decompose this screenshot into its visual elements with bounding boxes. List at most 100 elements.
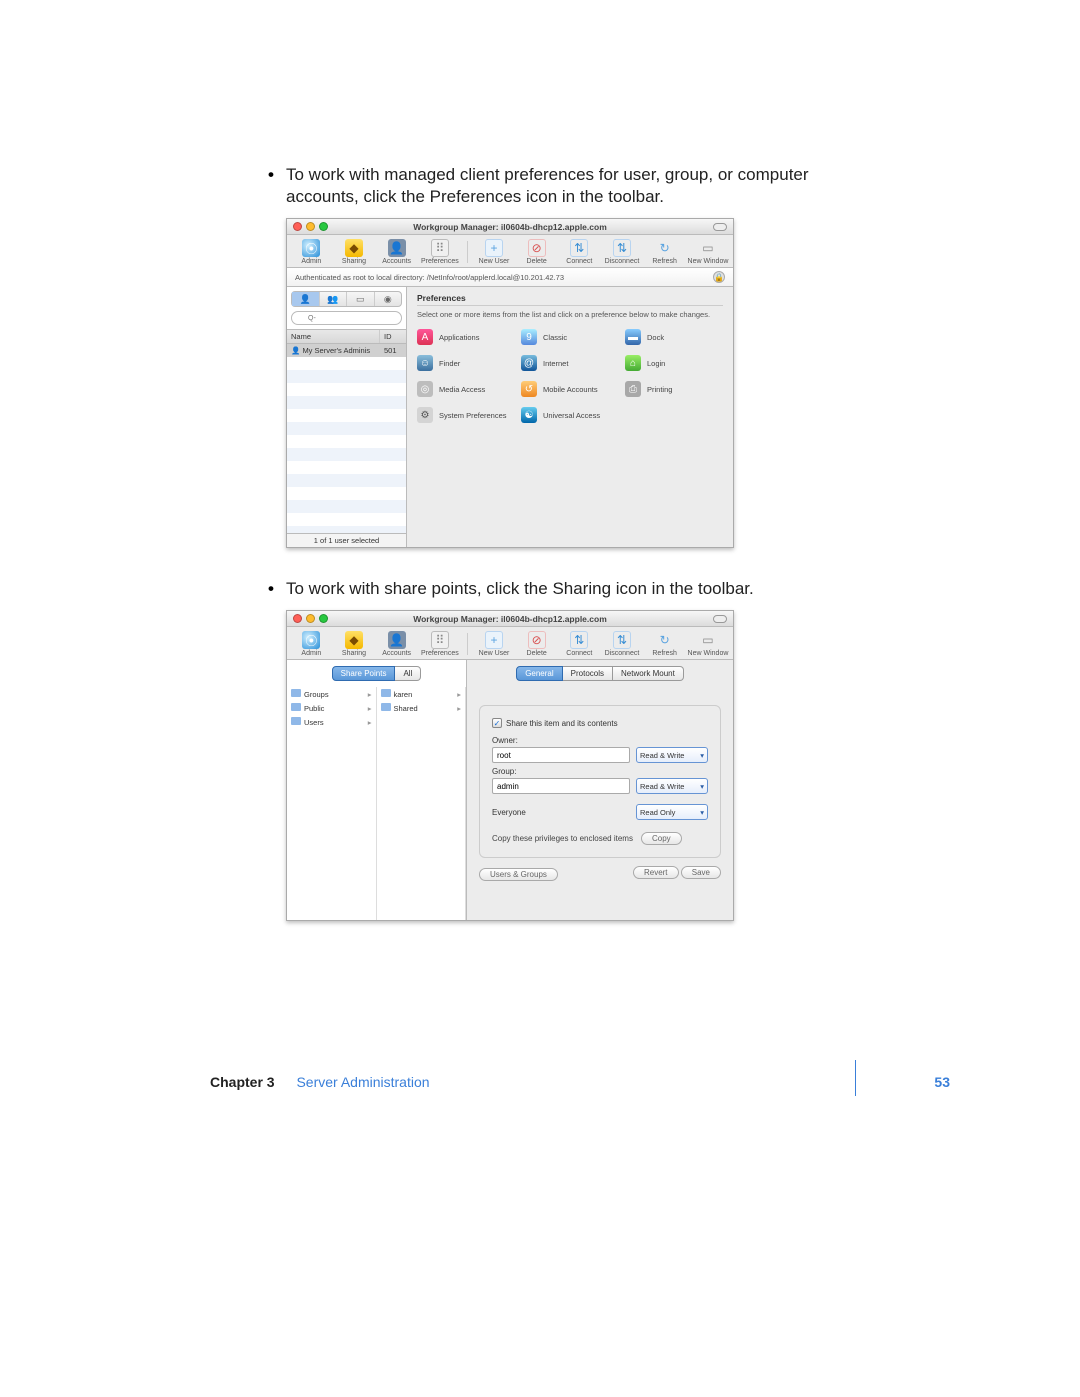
new-user-button[interactable]: +New User <box>476 631 513 657</box>
new-user-button[interactable]: +New User <box>476 239 513 265</box>
footer-divider <box>855 1060 856 1096</box>
pref-classic[interactable]: 9Classic <box>521 329 619 345</box>
folder-public[interactable]: Public▸ <box>287 701 376 715</box>
disconnect-button[interactable]: ⇅Disconnect <box>604 631 641 657</box>
copy-button[interactable]: Copy <box>641 832 682 845</box>
preferences-panel: Preferences Select one or more items fro… <box>407 287 733 547</box>
bullet-1: • To work with managed client preference… <box>268 164 878 208</box>
gear-icon: ⚙ <box>417 407 433 423</box>
dock-icon: ▬ <box>625 329 641 345</box>
pref-printing[interactable]: ⎙Printing <box>625 381 723 397</box>
sliders-icon: ⠿ <box>431 239 449 257</box>
sharepoints-browser: Share Points All Groups▸ Public▸ Users▸ … <box>287 660 467 920</box>
pref-media-access[interactable]: ◎Media Access <box>417 381 515 397</box>
preferences-button[interactable]: ⠿Preferences <box>421 239 459 265</box>
delete-button[interactable]: ⊘Delete <box>518 239 555 265</box>
user-icon: 👤 <box>291 346 302 355</box>
group-permission-select[interactable]: Read & Write▾ <box>636 778 708 794</box>
pref-finder[interactable]: ☺Finder <box>417 355 515 371</box>
auth-bar: Authenticated as root to local directory… <box>287 268 733 287</box>
chevron-right-icon: ▸ <box>368 704 372 713</box>
mobile-icon: ↺ <box>521 381 537 397</box>
connect-button[interactable]: ⇅Connect <box>561 239 598 265</box>
tab-all-icon[interactable]: ◉ <box>375 292 402 306</box>
copy-privileges-label: Copy these privileges to enclosed items <box>492 834 633 843</box>
toolbar-toggle-icon[interactable] <box>713 223 727 231</box>
list-blank <box>287 357 406 533</box>
applications-icon: A <box>417 329 433 345</box>
tab-network-mount[interactable]: Network Mount <box>613 666 684 681</box>
user-icon: 👤 <box>388 631 406 649</box>
pref-dock[interactable]: ▬Dock <box>625 329 723 345</box>
user-icon: 👤 <box>388 239 406 257</box>
tab-protocols[interactable]: Protocols <box>563 666 613 681</box>
sharing-button[interactable]: ◆Sharing <box>336 239 373 265</box>
tab-users-icon[interactable]: 👤 <box>292 292 320 306</box>
refresh-button[interactable]: ↻Refresh <box>646 239 683 265</box>
accessibility-icon: ☯ <box>521 407 537 423</box>
disconnect-button[interactable]: ⇅Disconnect <box>604 239 641 265</box>
tab-groups-icon[interactable]: 👥 <box>320 292 348 306</box>
folder-icon <box>381 703 391 711</box>
pref-system-preferences[interactable]: ⚙System Preferences <box>417 407 515 423</box>
save-button[interactable]: Save <box>681 866 721 879</box>
sliders-icon: ⠿ <box>431 631 449 649</box>
sharing-button[interactable]: ◆Sharing <box>336 631 373 657</box>
folder-groups[interactable]: Groups▸ <box>287 687 376 701</box>
tab-general[interactable]: General <box>516 666 562 681</box>
new-window-button[interactable]: ▭New Window <box>689 631 727 657</box>
chevron-down-icon: ▾ <box>700 751 704 760</box>
pref-applications[interactable]: AApplications <box>417 329 515 345</box>
finder-icon: ☺ <box>417 355 433 371</box>
window-titlebar: Workgroup Manager: il0604b-dhcp12.apple.… <box>287 611 733 627</box>
tab-all[interactable]: All <box>395 666 421 681</box>
search-input[interactable] <box>291 311 402 325</box>
bullet-dot: • <box>268 164 286 208</box>
folder-karen[interactable]: karen▸ <box>377 687 466 701</box>
pref-internet[interactable]: @Internet <box>521 355 619 371</box>
list-header: Name ID <box>287 329 406 344</box>
window-title: Workgroup Manager: il0604b-dhcp12.apple.… <box>287 222 733 232</box>
col-id[interactable]: ID <box>380 330 406 343</box>
refresh-button[interactable]: ↻Refresh <box>646 631 683 657</box>
everyone-permission-select[interactable]: Read Only▾ <box>636 804 708 820</box>
preferences-button[interactable]: ⠿Preferences <box>421 631 459 657</box>
admin-button[interactable]: ⦿Admin <box>293 239 330 265</box>
delete-button[interactable]: ⊘Delete <box>518 631 555 657</box>
revert-button[interactable]: Revert <box>633 866 679 879</box>
pref-universal-access[interactable]: ☯Universal Access <box>521 407 619 423</box>
tab-sharepoints[interactable]: Share Points <box>332 666 396 681</box>
connect-button[interactable]: ⇅Connect <box>561 631 598 657</box>
users-groups-button[interactable]: Users & Groups <box>479 868 558 881</box>
globe-icon: ⦿ <box>302 239 320 257</box>
folder-users[interactable]: Users▸ <box>287 715 376 729</box>
owner-permission-select[interactable]: Read & Write▾ <box>636 747 708 763</box>
pref-login[interactable]: ⌂Login <box>625 355 723 371</box>
lock-icon[interactable]: 🔒 <box>713 271 725 283</box>
tab-computers-icon[interactable]: ▭ <box>347 292 375 306</box>
folder-shared[interactable]: Shared▸ <box>377 701 466 715</box>
accounts-button[interactable]: 👤Accounts <box>378 631 415 657</box>
toolbar-toggle-icon[interactable] <box>713 615 727 623</box>
cancel-icon: ⊘ <box>528 631 546 649</box>
toolbar: ⦿Admin ◆Sharing 👤Accounts ⠿Preferences +… <box>287 627 733 660</box>
screenshot-sharing: Workgroup Manager: il0604b-dhcp12.apple.… <box>286 610 734 921</box>
new-window-button[interactable]: ▭New Window <box>689 239 727 265</box>
col-name[interactable]: Name <box>287 330 380 343</box>
window-icon: ▭ <box>699 239 717 257</box>
list-item[interactable]: 👤 My Server's Adminis 501 <box>287 344 406 357</box>
admin-button[interactable]: ⦿Admin <box>293 631 330 657</box>
network-icon: ⇅ <box>570 239 588 257</box>
folder-icon <box>291 689 301 697</box>
group-field[interactable] <box>492 778 630 794</box>
page-number: 53 <box>934 1074 950 1090</box>
pref-mobile-accounts[interactable]: ↺Mobile Accounts <box>521 381 619 397</box>
owner-label: Owner: <box>492 736 708 745</box>
warning-icon: ◆ <box>345 239 363 257</box>
accounts-button[interactable]: 👤Accounts <box>378 239 415 265</box>
chevron-right-icon: ▸ <box>368 690 372 699</box>
owner-field[interactable] <box>492 747 630 763</box>
scope-tabs[interactable]: 👤 👥 ▭ ◉ <box>291 291 402 307</box>
share-checkbox[interactable]: ✓ <box>492 718 502 728</box>
source-sidebar: 👤 👥 ▭ ◉ Name ID 👤 My Server's Adminis 50… <box>287 287 407 547</box>
